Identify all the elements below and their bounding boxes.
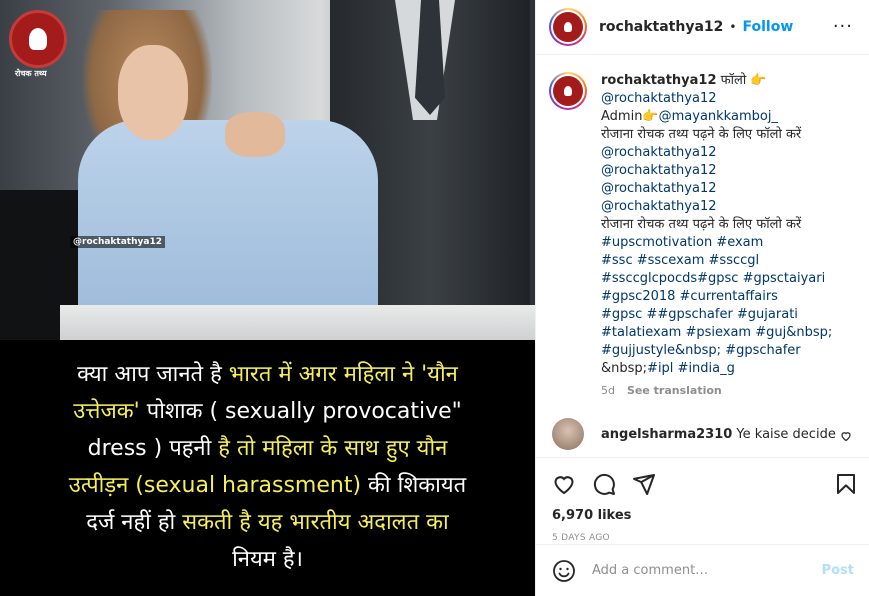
image-caption-segment: उत्तेजक' (73, 399, 140, 424)
post-button[interactable]: Post (822, 563, 854, 578)
post-age: 5d (601, 384, 615, 397)
comment-body: Ye kaise decide (732, 426, 836, 442)
comment-input[interactable] (592, 563, 822, 578)
bulb-icon (29, 28, 47, 50)
image-caption-segment: भारत में अगर महिला ने 'यौन (228, 362, 458, 387)
image-caption-segment: क्या आप जानते है (77, 362, 229, 387)
caption-meta: 5d See translation (601, 382, 832, 400)
likes-count[interactable]: 6,970 likes (552, 508, 858, 523)
see-translation-link[interactable]: See translation (627, 384, 722, 397)
image-caption-line: दर्ज नहीं हो सकती है यह भारतीय अदालत का (30, 504, 505, 541)
image-caption-segment: पोशाक ( sexually provocative" (139, 399, 462, 424)
caption-line: रोजाना रोचक तथ्य पढ़ने के लिए फॉलो करें (601, 126, 832, 144)
avatar[interactable] (549, 8, 587, 46)
caption-username[interactable]: rochaktathya12 (601, 73, 717, 88)
caption-row: rochaktathya12 फॉलो 👉 @rochaktathya12 Adm… (549, 72, 854, 400)
comment-username[interactable]: angelsharma2310 (601, 427, 732, 442)
post-image[interactable]: @rochaktathya12 रोचक तथ्य क्या आप जानते … (0, 0, 535, 596)
caption-text: &nbsp; (601, 361, 648, 376)
logo-caption: रोचक तथ्य (15, 69, 47, 78)
caption-line: रोजाना रोचक तथ्य पढ़ने के लिए फॉलो करें (601, 216, 832, 234)
caption-link[interactable]: #upscmotivation #exam (601, 235, 763, 250)
header-username[interactable]: rochaktathya12 (599, 19, 723, 35)
image-caption-line: नियम है। (30, 541, 505, 578)
header-separator: • (729, 20, 737, 34)
caption-line: #ssccglcpocds#gpsc #gpsctaiyari (601, 270, 832, 288)
image-caption-line: उत्पीड़न (sexual harassment) की शिकायत (30, 467, 505, 504)
caption-line: @rochaktathya12 (601, 162, 832, 180)
post-timestamp: 5 DAYS AGO (552, 533, 610, 543)
image-watermark: @rochaktathya12 (70, 236, 165, 248)
save-bookmark-icon[interactable] (834, 472, 858, 496)
caption-line: &nbsp;#ipl #india_g (601, 360, 832, 378)
image-caption-segment: नियम है। (232, 547, 303, 572)
caption-link[interactable]: #ssccglcpocds#gpsc #gpsctaiyari (601, 271, 825, 286)
face-shape (118, 45, 188, 140)
image-caption-line: उत्तेजक' पोशाक ( sexually provocative" (30, 393, 505, 430)
image-caption-line: क्या आप जानते है भारत में अगर महिला ने '… (30, 356, 505, 393)
emoji-icon[interactable] (552, 559, 576, 583)
caption-text: Admin👉 (601, 109, 659, 124)
caption-link[interactable]: #ipl #india_g (647, 361, 735, 376)
caption-link[interactable]: @rochaktathya12 (601, 199, 717, 214)
caption-line: #gpsc2018 #currentaffairs (601, 288, 832, 306)
caption-line: @rochaktathya12 (601, 144, 832, 162)
caption-line: #gpsc ##gpschafer #gujarati (601, 306, 832, 324)
follow-button[interactable]: Follow (742, 19, 793, 35)
image-caption-line: dress ) पहनी है तो महिला के साथ हुए यौन (30, 430, 505, 467)
caption-body: rochaktathya12 फॉलो 👉 @rochaktathya12 Adm… (601, 72, 832, 400)
like-heart-icon[interactable] (552, 472, 576, 496)
caption-line: Admin👉@mayankkamboj_ (601, 108, 832, 126)
image-caption-segment: की शिकायत (361, 473, 467, 498)
caption-link[interactable]: #gujjustyle&nbsp; #gpschafer (601, 343, 801, 358)
brand-logo (9, 10, 67, 68)
caption-line: #ssc #sscexam #ssccgl (601, 252, 832, 270)
hand-shape (225, 112, 285, 157)
caption-link[interactable]: #gpsc2018 #currentaffairs (601, 289, 778, 304)
comment-avatar[interactable] (552, 418, 584, 450)
desk-shape (60, 305, 535, 340)
comment-like-icon[interactable] (840, 430, 852, 442)
comment-item: angelsharma2310 Ye kaise decide (549, 418, 854, 450)
comment-bubble-icon[interactable] (592, 472, 616, 496)
caption-link[interactable]: @rochaktathya12 (601, 91, 717, 106)
caption-link[interactable]: #talatiexam #psiexam #guj&nbsp; (601, 325, 832, 340)
caption-first-text: फॉलो 👉 (716, 73, 767, 88)
caption-link[interactable]: #gpsc ##gpschafer #gujarati (601, 307, 798, 322)
post-photo: @rochaktathya12 (0, 0, 535, 340)
caption-line: #talatiexam #psiexam #guj&nbsp; (601, 324, 832, 342)
caption-link[interactable]: @rochaktathya12 (601, 145, 717, 160)
image-caption-segment: सकती है यह भारतीय अदालत का (182, 510, 449, 535)
actions-section: 6,970 likes 5 DAYS AGO (536, 457, 869, 552)
image-caption-segment: है तो महिला के साथ हुए यौन (218, 436, 448, 461)
caption-line: @rochaktathya12 (601, 180, 832, 198)
caption-link[interactable]: #ssc #sscexam #ssccgl (601, 253, 759, 268)
share-plane-icon[interactable] (632, 472, 656, 496)
caption-line: #gujjustyle&nbsp; #gpschafer (601, 342, 832, 360)
caption-link[interactable]: @mayankkamboj_ (659, 109, 778, 124)
caption-line: @rochaktathya12 (601, 90, 832, 108)
image-caption-segment: dress ) पहनी (87, 436, 219, 461)
caption-line: #upscmotivation #exam (601, 234, 832, 252)
image-caption: क्या आप जानते है भारत में अगर महिला ने '… (0, 340, 535, 596)
caption-avatar[interactable] (549, 72, 587, 110)
comments-panel[interactable]: rochaktathya12 फॉलो 👉 @rochaktathya12 Adm… (536, 56, 869, 456)
caption-line: @rochaktathya12 (601, 198, 832, 216)
caption-text: रोजाना रोचक तथ्य पढ़ने के लिए फॉलो करें (601, 217, 802, 232)
post-header: rochaktathya12 • Follow ··· (536, 0, 869, 55)
more-options-icon[interactable]: ··· (833, 16, 853, 37)
caption-text: रोजाना रोचक तथ्य पढ़ने के लिए फॉलो करें (601, 127, 802, 142)
comment-text: angelsharma2310 Ye kaise decide (601, 427, 836, 442)
caption-link[interactable]: @rochaktathya12 (601, 181, 717, 196)
image-caption-segment: दर्ज नहीं हो (86, 510, 183, 535)
add-comment-bar: Post (536, 544, 869, 596)
caption-link[interactable]: @rochaktathya12 (601, 163, 717, 178)
action-icons (552, 464, 858, 504)
image-caption-segment: उत्पीड़न (sexual harassment) (68, 473, 362, 498)
post-sidebar: rochaktathya12 • Follow ··· rochaktathya… (535, 0, 869, 596)
